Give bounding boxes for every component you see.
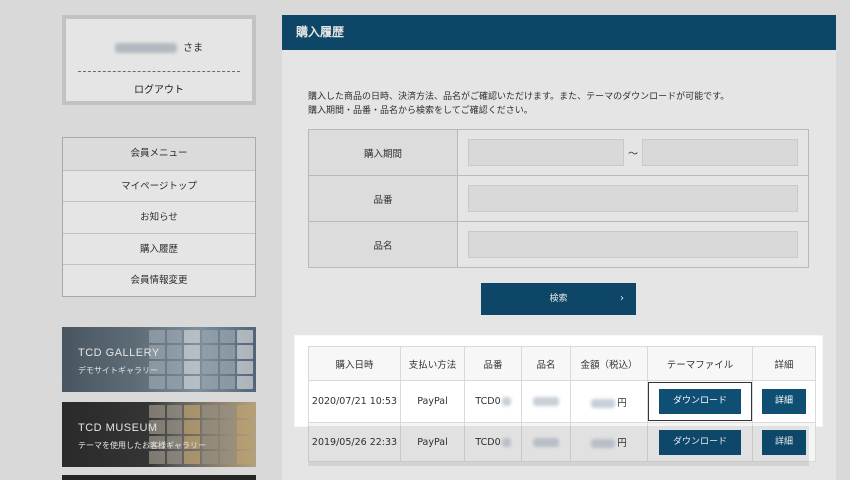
chevron-right-icon: › xyxy=(620,293,624,304)
purchase-date: 2019/05/26 22:33 xyxy=(308,422,401,462)
search-button[interactable]: 検索 › xyxy=(481,283,636,315)
redacted xyxy=(591,398,616,408)
third-banner[interactable] xyxy=(62,475,256,480)
col-payment: 支払い方法 xyxy=(400,346,465,381)
gallery-banner[interactable]: TCD GALLERY デモサイトギャラリー xyxy=(62,327,256,392)
col-detail: 詳細 xyxy=(752,346,816,381)
menu-item-account-settings[interactable]: 会員情報変更 xyxy=(63,264,255,296)
menu-heading: 会員メニュー xyxy=(63,138,255,170)
intro-text: 購入した商品の日時、決済方法、品名がご確認いただけます。また、テーマのダウンロー… xyxy=(308,90,729,118)
redacted xyxy=(533,397,559,406)
theme-file-cell: ダウンロード xyxy=(647,422,753,462)
search-button-label: 検索 xyxy=(549,294,568,304)
tilde: ～ xyxy=(628,149,638,160)
search-form: 購入期間 ～ 品番 品名 xyxy=(308,129,809,268)
date-to-input[interactable] xyxy=(642,139,798,166)
member-menu: 会員メニュー マイページトップ お知らせ 購入履歴 会員情報変更 xyxy=(62,137,256,297)
redacted xyxy=(501,437,511,447)
banner-title: TCD MUSEUM xyxy=(78,422,158,434)
code-label: 品番 xyxy=(308,175,458,222)
purchase-date: 2020/07/21 10:53 xyxy=(308,380,401,423)
download-button[interactable]: ダウンロード xyxy=(659,429,741,455)
banner-title: TCD GALLERY xyxy=(78,347,160,359)
menu-item-news[interactable]: お知らせ xyxy=(63,201,255,233)
payment-method: PayPal xyxy=(400,422,465,462)
col-theme-file: テーマファイル xyxy=(647,346,753,381)
product-name xyxy=(521,380,571,423)
user-box: さま ログアウト xyxy=(62,15,256,105)
intro-line-1: 購入した商品の日時、決済方法、品名がご確認いただけます。また、テーマのダウンロー… xyxy=(308,92,730,102)
price: 円 xyxy=(570,422,648,462)
product-name xyxy=(521,422,571,462)
museum-banner[interactable]: TCD MUSEUM テーマを使用したお客様ギャラリー xyxy=(62,402,256,467)
user-name-suffix: さま xyxy=(183,43,203,54)
product-code: TCD0 xyxy=(464,380,522,423)
menu-item-mypage-top[interactable]: マイページトップ xyxy=(63,169,255,202)
col-name: 品名 xyxy=(521,346,571,381)
col-date: 購入日時 xyxy=(308,346,401,381)
user-name-redacted xyxy=(115,43,177,53)
col-code: 品番 xyxy=(464,346,522,381)
banner-subtitle: デモサイトギャラリー xyxy=(78,366,158,375)
banner-thumbnails xyxy=(146,402,256,467)
product-code: TCD0 xyxy=(464,422,522,462)
page-title: 購入履歴 xyxy=(282,15,836,50)
detail-cell: 詳細 xyxy=(752,422,816,462)
download-focus-frame: ダウンロード xyxy=(648,382,752,421)
redacted xyxy=(533,437,559,447)
table-row: 2020/07/21 10:53 PayPal TCD0 円 ダウンロード 詳細 xyxy=(308,380,816,423)
redacted xyxy=(591,439,616,448)
code-input[interactable] xyxy=(468,185,798,212)
download-button[interactable]: ダウンロード xyxy=(659,389,741,414)
detail-button[interactable]: 詳細 xyxy=(762,429,806,455)
name-input[interactable] xyxy=(468,231,798,258)
col-price: 金額（税込） xyxy=(570,346,648,381)
payment-method: PayPal xyxy=(400,380,465,423)
table-header-row: 購入日時 支払い方法 品番 品名 金額（税込） テーマファイル 詳細 xyxy=(308,346,816,381)
name-label: 品名 xyxy=(308,221,458,268)
intro-line-2: 購入期間・品番・品名から検索をしてご確認ください。 xyxy=(308,106,533,116)
price: 円 xyxy=(570,380,648,423)
logout-link[interactable]: ログアウト xyxy=(66,81,252,96)
detail-cell: 詳細 xyxy=(752,380,816,423)
history-table: 購入日時 支払い方法 品番 品名 金額（税込） テーマファイル 詳細 2020/… xyxy=(308,346,816,462)
theme-file-cell: ダウンロード xyxy=(647,380,753,423)
table-row: 2019/05/26 22:33 PayPal TCD0 円 ダウンロード 詳細 xyxy=(308,422,816,462)
date-from-input[interactable] xyxy=(468,139,624,166)
menu-item-purchase-history[interactable]: 購入履歴 xyxy=(63,232,255,265)
divider xyxy=(78,71,240,72)
detail-button[interactable]: 詳細 xyxy=(762,389,806,414)
redacted xyxy=(501,397,511,406)
period-label: 購入期間 xyxy=(308,129,458,176)
banner-subtitle: テーマを使用したお客様ギャラリー xyxy=(78,441,206,450)
banner-thumbnails xyxy=(146,327,256,392)
user-name: さま xyxy=(66,39,252,54)
